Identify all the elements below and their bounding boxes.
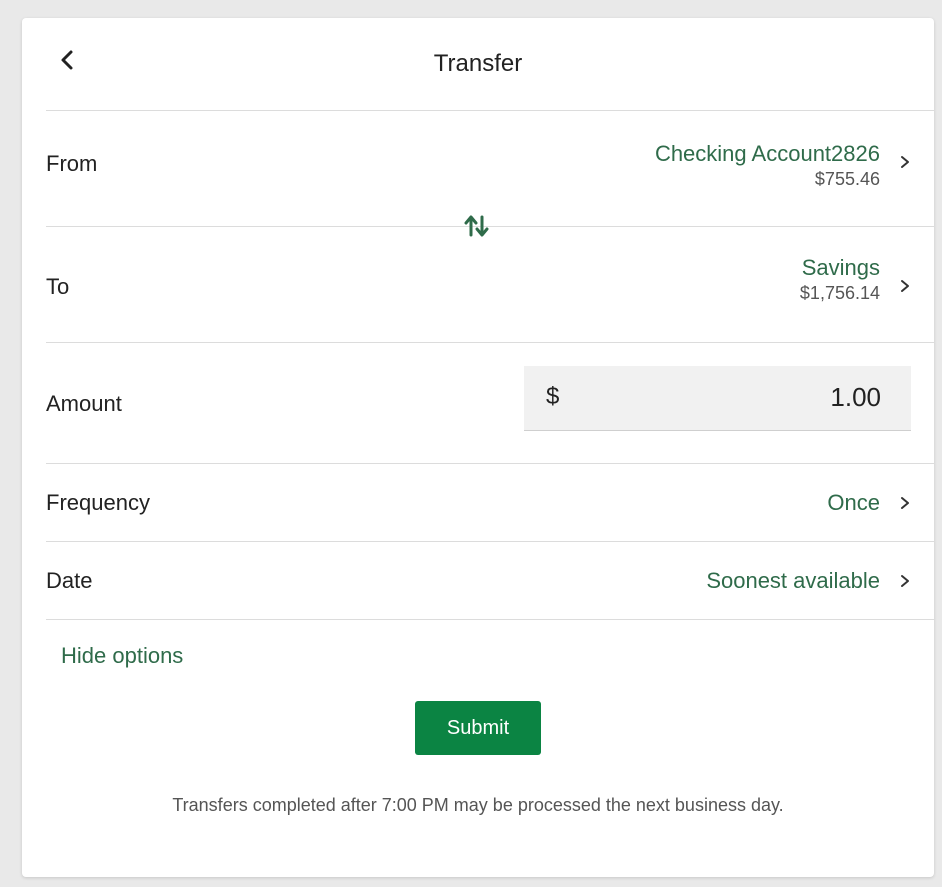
transfer-card: Transfer From Checking Account2826 $755.… [22, 18, 934, 877]
amount-label: Amount [46, 391, 122, 416]
from-label: From [46, 151, 98, 176]
swap-icon [464, 215, 489, 237]
hide-options-link[interactable]: Hide options [61, 643, 183, 669]
chevron-right-icon [901, 280, 909, 292]
chevron-right-icon [901, 156, 909, 168]
frequency-row[interactable]: Frequency Once [46, 464, 934, 542]
to-account-balance: $1,756.14 [799, 283, 880, 303]
from-account-name: Checking Account2826 [654, 141, 880, 166]
to-account-row[interactable]: To Savings $1,756.14 [46, 227, 934, 343]
header: Transfer [46, 18, 934, 111]
page-title: Transfer [433, 50, 523, 77]
chevron-right-icon [901, 497, 909, 509]
to-account-name: Savings [801, 255, 880, 280]
currency-symbol: $ [546, 383, 560, 410]
date-label: Date [46, 568, 93, 593]
submit-button[interactable]: Submit [415, 701, 541, 755]
from-account-balance: $755.46 [814, 169, 880, 189]
from-account-value: Checking Account2826 $755.46 [655, 141, 880, 190]
frequency-value: Once [827, 490, 880, 515]
frequency-label: Frequency [46, 490, 150, 515]
from-account-row[interactable]: From Checking Account2826 $755.46 [46, 111, 934, 227]
to-label: To [46, 274, 70, 299]
amount-input[interactable] [639, 381, 883, 414]
amount-field[interactable]: $ [524, 366, 911, 431]
date-row[interactable]: Date Soonest available [46, 542, 934, 620]
date-value: Soonest available [706, 568, 880, 593]
transfer-disclaimer: Transfers completed after 7:00 PM may be… [172, 795, 784, 815]
swap-accounts-button[interactable] [462, 213, 492, 239]
chevron-right-icon [901, 575, 909, 587]
to-account-value: Savings $1,756.14 [800, 255, 880, 304]
